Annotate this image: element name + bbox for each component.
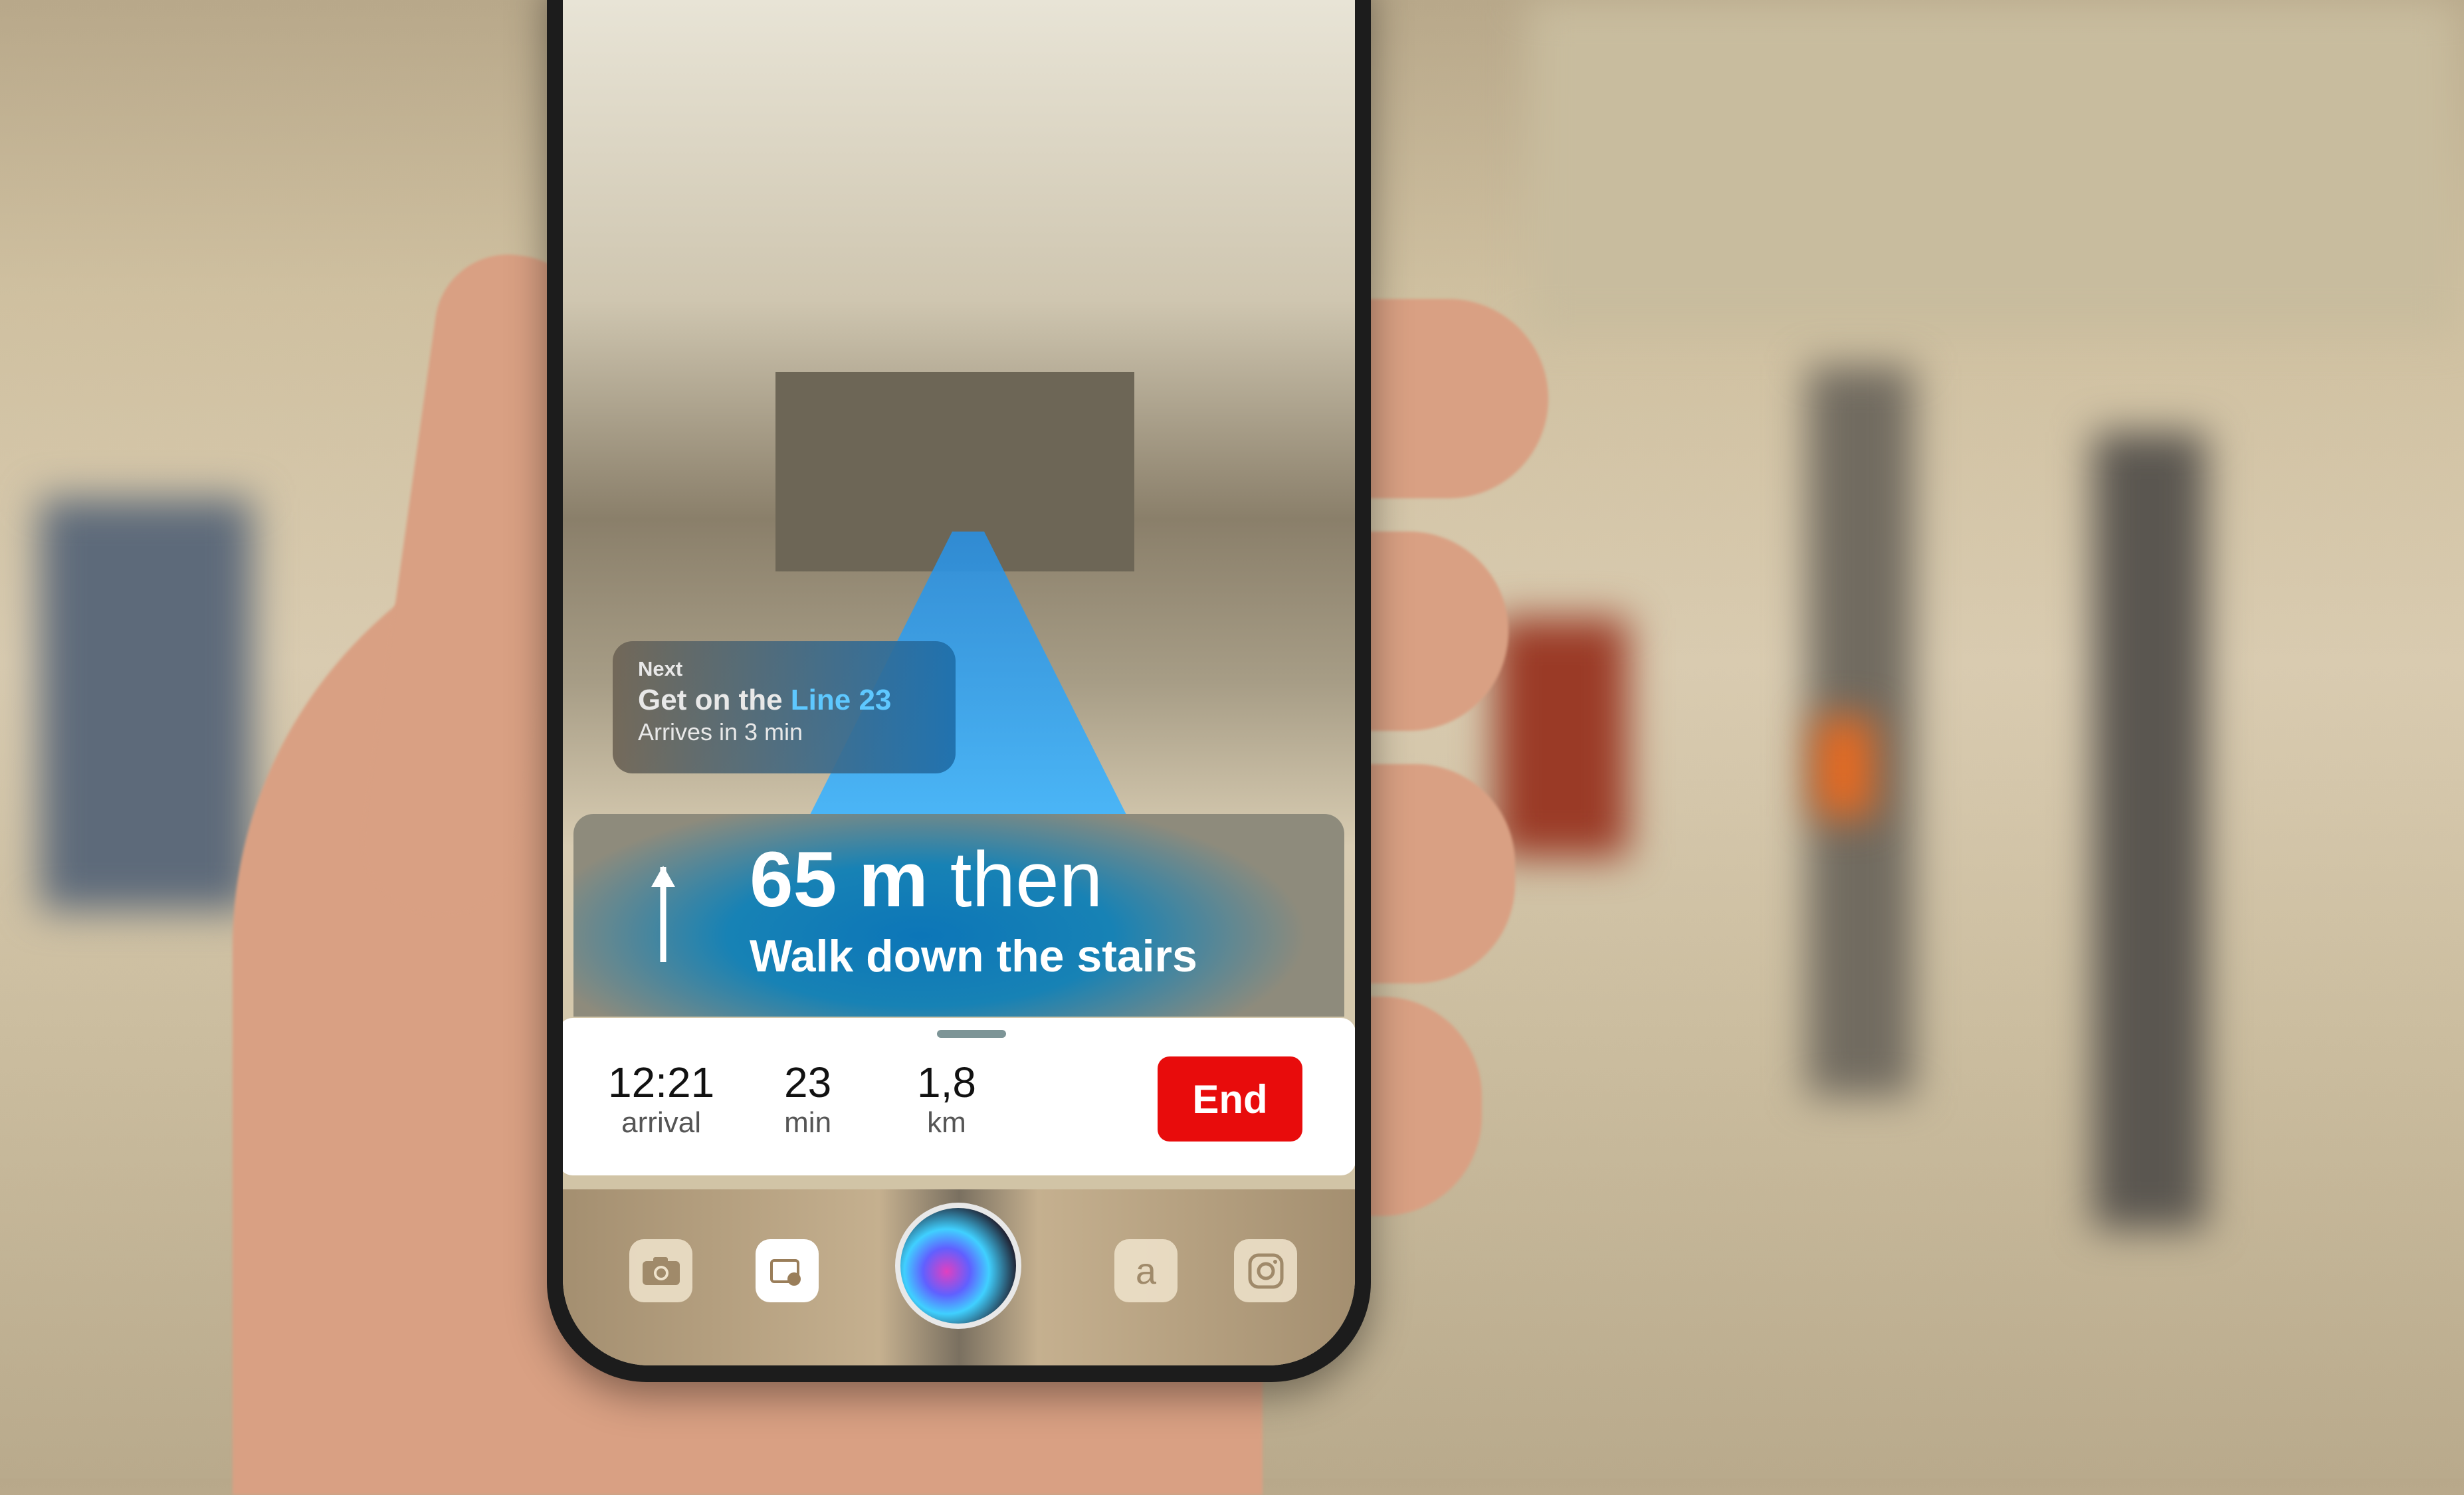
duration-value: 23 xyxy=(784,1058,832,1106)
siri-icon[interactable] xyxy=(895,1203,1021,1329)
distance-total: 1,8 xyxy=(917,1058,976,1106)
trip-summary-panel: 12:21 arrival 23 min 1,8 km End xyxy=(563,1018,1355,1175)
camera-icon[interactable] xyxy=(629,1239,692,1302)
distance-stat: 1,8 km xyxy=(917,1061,976,1140)
distance-value: 65 m xyxy=(750,836,928,924)
phone-screen: Next Get on the Line 23 Arrives in 3 min… xyxy=(563,0,1355,1365)
distance-text: 65 m then xyxy=(750,841,1102,919)
next-step-card[interactable]: Next Get on the Line 23 Arrives in 3 min xyxy=(613,641,956,773)
next-label: Next xyxy=(638,657,683,680)
amazon-glyph: a xyxy=(1135,1250,1157,1292)
line-name: Line 23 xyxy=(790,684,892,716)
next-title: Get on the Line 23 xyxy=(638,684,930,717)
duration-stat: 23 min xyxy=(784,1061,831,1140)
amazon-icon[interactable]: a xyxy=(1114,1239,1178,1302)
arrival-time: 12:21 xyxy=(608,1058,715,1106)
drag-handle[interactable] xyxy=(937,1030,1006,1038)
end-button[interactable]: End xyxy=(1158,1056,1302,1142)
arrival-label: arrival xyxy=(621,1106,701,1139)
then-text: then xyxy=(928,836,1103,924)
duration-unit: min xyxy=(784,1106,832,1139)
dock: a xyxy=(563,1189,1355,1365)
background-pillar xyxy=(2093,432,2206,1229)
background-sign xyxy=(1814,718,1874,817)
arrow-up-icon xyxy=(651,866,675,962)
arrival-stat: 12:21 arrival xyxy=(608,1061,714,1140)
background-corridor-left xyxy=(40,498,253,910)
background-person xyxy=(1495,618,1628,857)
instruction-text: Walk down the stairs xyxy=(750,931,1197,981)
next-title-prefix: Get on the xyxy=(638,684,791,716)
background-corridor-ceiling xyxy=(1528,0,2459,332)
navigation-banner[interactable]: 65 m then Walk down the stairs xyxy=(573,814,1344,1017)
wallet-icon[interactable] xyxy=(756,1239,819,1302)
distance-unit: km xyxy=(927,1106,966,1139)
arrival-subtitle: Arrives in 3 min xyxy=(638,718,803,746)
instagram-icon[interactable] xyxy=(1234,1239,1297,1302)
